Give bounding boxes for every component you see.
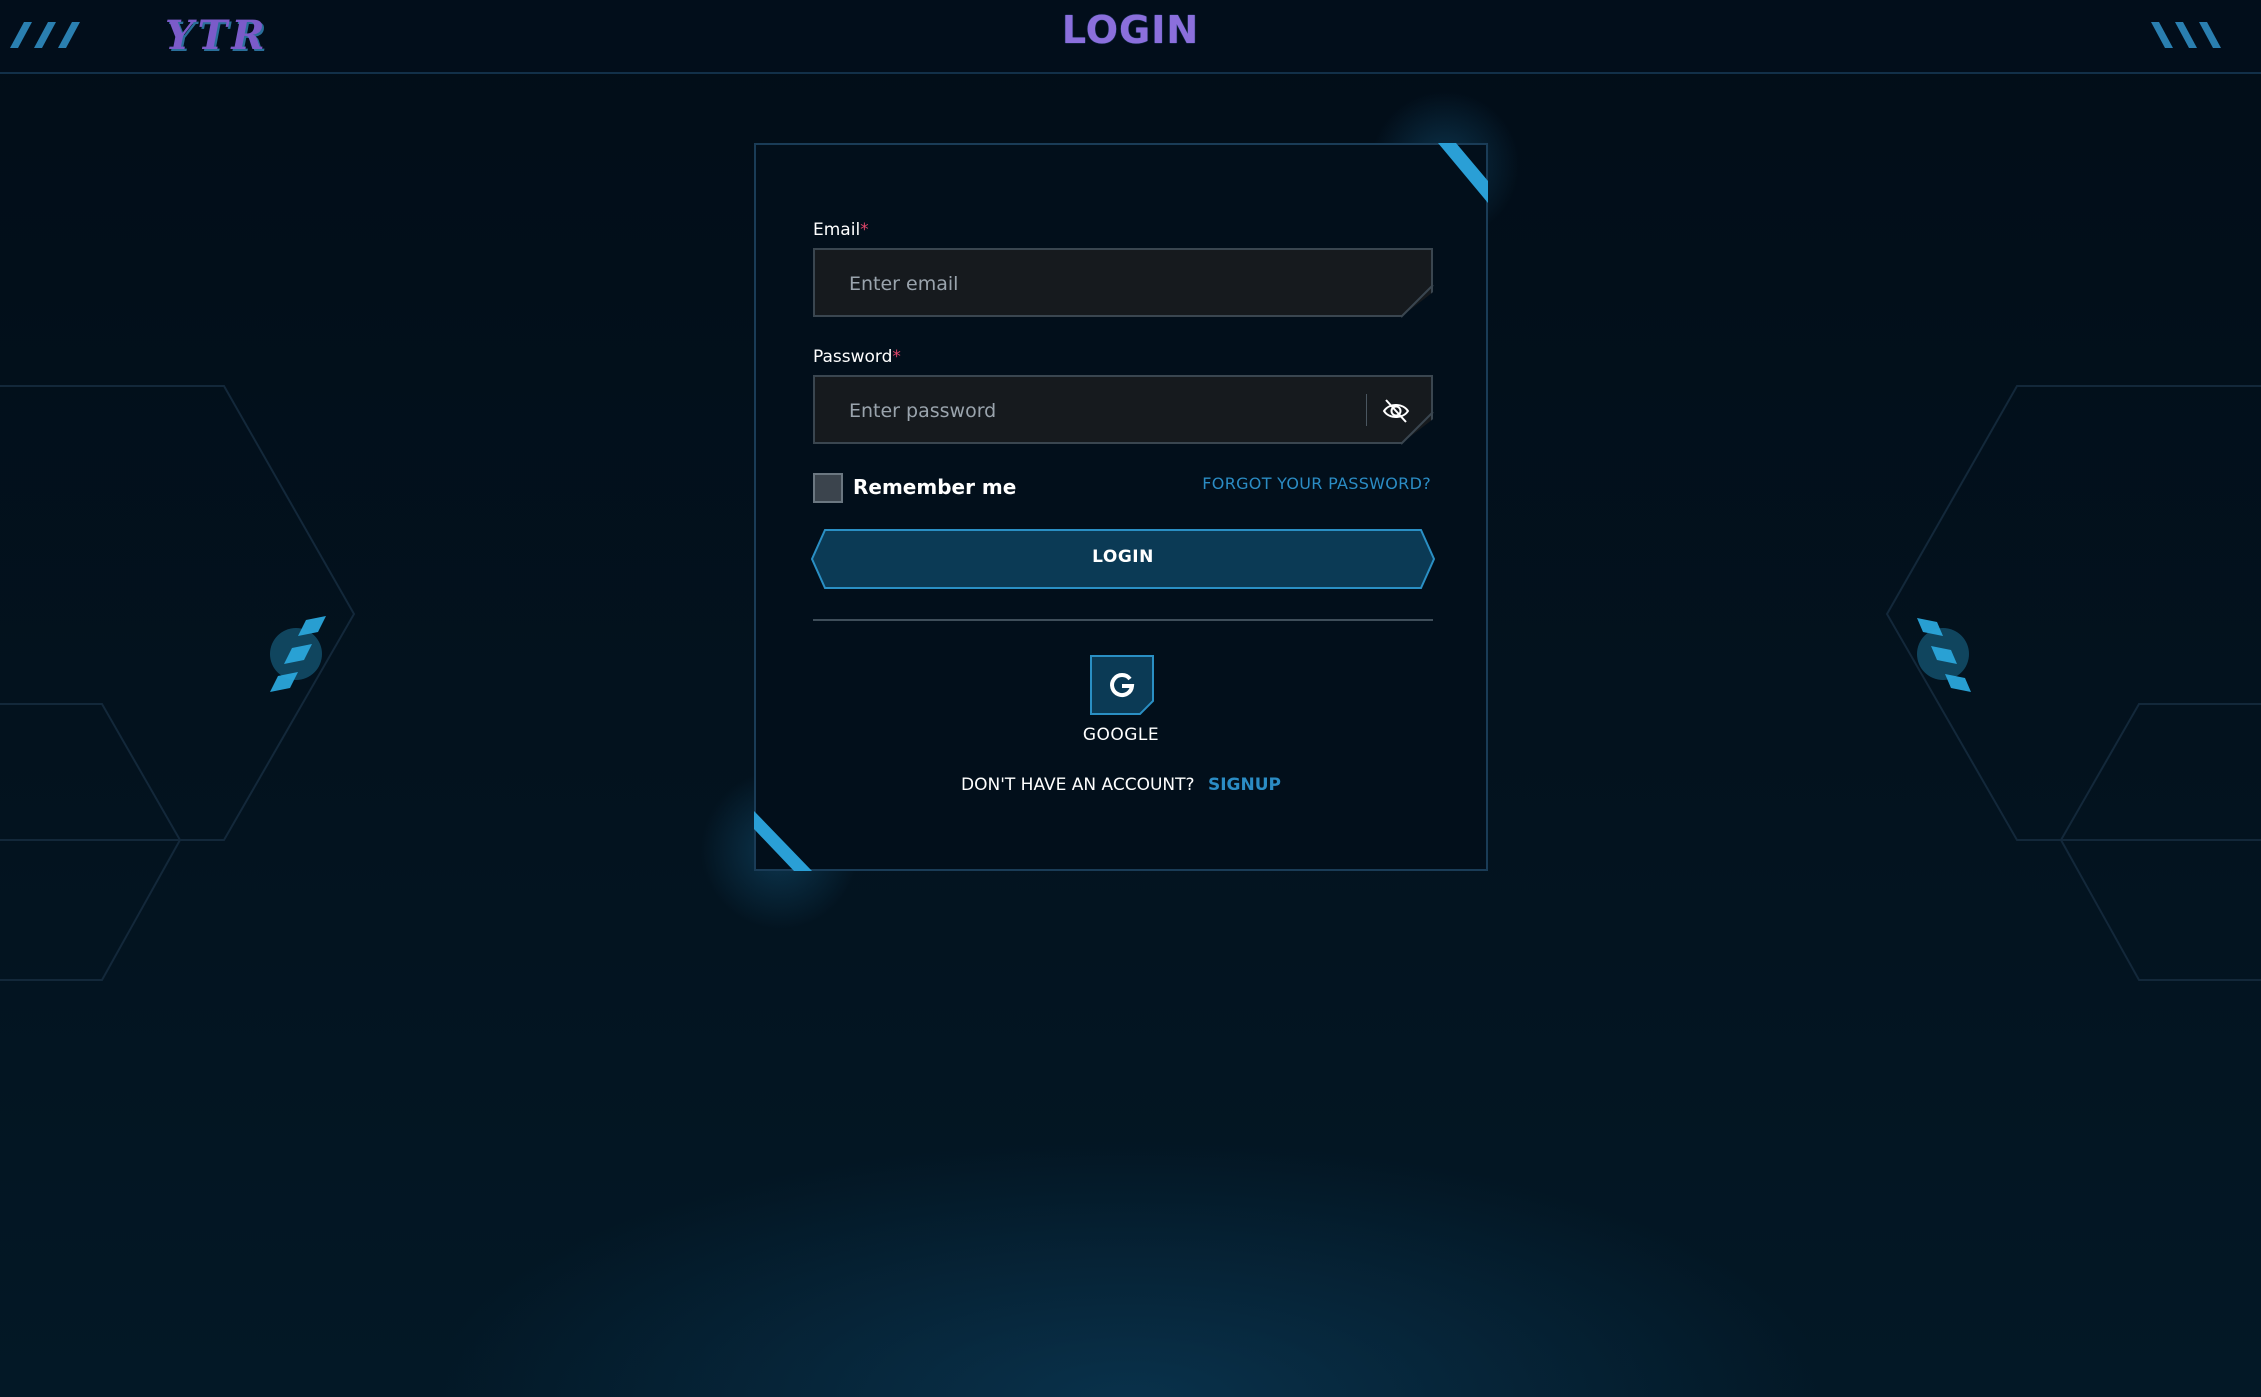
password-field-corner [1400, 412, 1434, 445]
password-label-text: Password [813, 347, 893, 367]
password-label: Password* [813, 347, 901, 367]
required-mark: * [860, 220, 869, 240]
password-field[interactable] [847, 377, 1371, 444]
stripes-decoration-right [2151, 22, 2221, 48]
signup-link[interactable]: SIGNUP [1208, 775, 1281, 795]
card-corner-accent-bottom-left [754, 811, 812, 871]
card-corner-accent-top-right [1438, 143, 1488, 203]
email-field[interactable] [847, 250, 1371, 317]
signup-prompt: DON'T HAVE AN ACCOUNT? [961, 775, 1195, 795]
page: YTR LOGIN Email* Enter email Password* R… [0, 0, 2261, 1397]
email-field-corner [1400, 285, 1434, 318]
google-icon [1110, 673, 1135, 698]
remember-me-checkbox[interactable] [813, 473, 843, 503]
field-divider [1366, 394, 1367, 426]
login-button-label: LOGIN [1092, 547, 1154, 567]
email-label-text: Email [813, 220, 861, 240]
login-card: Email* Password* Remember me FORGOT YO [754, 143, 1488, 871]
remember-me-label[interactable]: Remember me [853, 475, 1016, 499]
email-label: Email* [813, 220, 869, 240]
page-title: LOGIN [1061, 8, 1200, 52]
google-label: GOOGLE [1082, 725, 1160, 745]
login-button[interactable]: LOGIN [811, 529, 1435, 589]
divider [813, 619, 1433, 621]
google-login-button[interactable] [1090, 655, 1154, 715]
forgot-password-link[interactable]: FORGOT YOUR PASSWORD? [1202, 474, 1431, 493]
signup-row: DON'T HAVE AN ACCOUNT? SIGNUP [756, 775, 1486, 795]
top-header: YTR LOGIN [0, 0, 2261, 74]
hex-decoration-left [0, 385, 356, 981]
email-field-container[interactable] [813, 248, 1433, 317]
password-field-container[interactable] [813, 375, 1433, 444]
hex-decoration-right [1885, 385, 2261, 981]
required-mark: * [892, 347, 901, 367]
